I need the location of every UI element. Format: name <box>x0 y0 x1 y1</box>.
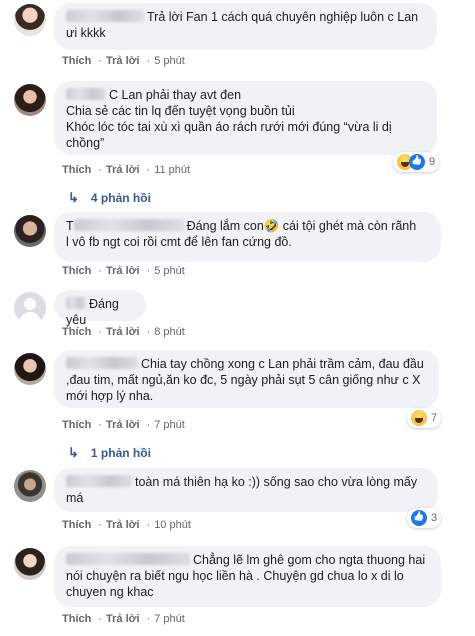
comment-text-line: chồng” <box>66 136 105 150</box>
like-link[interactable]: Thích <box>62 613 91 625</box>
comment-actions: Thích · Trả lời · 7 phút <box>62 613 189 625</box>
like-link[interactable]: Thích <box>62 519 91 531</box>
timestamp[interactable]: 11 phút <box>154 164 190 176</box>
author-name[interactable] <box>66 297 86 309</box>
separator: · <box>146 419 151 431</box>
comment-text-line: mới hợp lý nha. <box>66 389 154 403</box>
reply-link[interactable]: Trả lời <box>106 265 140 277</box>
avatar[interactable] <box>14 215 46 247</box>
avatar[interactable] <box>14 4 46 36</box>
comment-bubble: Đáng yêu <box>54 290 146 327</box>
separator: · <box>146 164 151 176</box>
author-name[interactable] <box>73 219 184 231</box>
view-replies-link[interactable]: ↳ 1 phản hồi <box>68 445 151 461</box>
reply-link[interactable]: Trả lời <box>106 519 140 531</box>
like-link[interactable]: Thích <box>62 164 91 176</box>
comment-text-line: ,đau tim, mất ngủ,ăn ko đc, 5 ngày phải … <box>66 373 421 387</box>
comment-bubble: Chẳng lẽ lm ghê gom cho ngta thuong hai … <box>54 546 441 607</box>
comment-text-line: Chia sẻ các tin lq đến tuyệt vọng buồn t… <box>66 104 295 118</box>
like-link[interactable]: Thích <box>62 419 91 431</box>
comment-actions: Thích · Trả lời · 7 phút <box>62 419 189 431</box>
like-link[interactable]: Thích <box>62 55 91 67</box>
timestamp[interactable]: 8 phút <box>154 326 185 338</box>
comment-text-line: nói chuyện ra biết ngu học liền hà . Chu… <box>66 569 404 583</box>
author-name[interactable] <box>66 88 106 100</box>
timestamp[interactable]: 5 phút <box>154 265 185 277</box>
separator: · <box>98 326 103 338</box>
separator: · <box>146 613 151 625</box>
avatar[interactable] <box>14 84 46 116</box>
separator: · <box>146 265 151 277</box>
avatar[interactable] <box>14 548 46 580</box>
like-link[interactable]: Thích <box>62 265 91 277</box>
comment-bubble: Chia tay chồng xong c Lan phải trầm cảm,… <box>54 350 439 408</box>
reaction-count: 7 <box>431 412 438 424</box>
timestamp[interactable]: 10 phút <box>154 519 191 531</box>
comment-bubble: toàn má thiên hạ ko :)) sống sao cho vừa… <box>54 468 438 512</box>
separator: · <box>98 519 103 531</box>
like-reaction-icon <box>409 154 425 170</box>
comment-text-line: l vô fb ngt coi rồi cmt để lên fan cứng … <box>66 235 292 249</box>
timestamp[interactable]: 7 phút <box>154 613 185 625</box>
reaction-summary[interactable]: 7 <box>407 408 442 428</box>
reaction-count: 3 <box>431 512 438 524</box>
reply-arrow-icon: ↳ <box>68 445 79 460</box>
comment-text-line: chuyen ng khac <box>66 585 154 599</box>
reaction-summary[interactable]: 9 <box>393 152 440 172</box>
reply-link[interactable]: Trả lời <box>106 419 140 431</box>
comment-actions: Thích · Trả lời · 11 phút <box>62 164 194 176</box>
view-replies-link[interactable]: ↳ 4 phản hồi <box>68 190 151 206</box>
comment-text-line: C Lan phải thay avt đen <box>109 88 242 102</box>
author-name[interactable] <box>66 475 132 487</box>
avatar[interactable] <box>14 353 46 385</box>
comment-actions: Thích · Trả lời · 8 phút <box>62 326 189 338</box>
default-avatar-icon <box>24 298 36 310</box>
comment-text-line: Chia tay chồng xong c Lan phải trầm cảm,… <box>141 357 424 371</box>
replies-count: 4 phản hồi <box>90 191 151 205</box>
comment-actions: Thích · Trả lời · 10 phút <box>62 519 195 531</box>
reply-arrow-icon: ↳ <box>68 190 79 205</box>
separator: · <box>146 326 151 338</box>
like-link[interactable]: Thích <box>62 326 91 338</box>
reaction-count: 9 <box>429 156 436 168</box>
comment-actions: Thích · Trả lời · 5 phút <box>62 55 189 67</box>
replies-count: 1 phản hồi <box>90 446 151 460</box>
comment-text-line: Đáng lắm con🤣 cái tội ghét mà còn rãnh <box>186 219 417 233</box>
separator: · <box>98 164 103 176</box>
separator: · <box>98 55 103 67</box>
comment-text-line: toàn má thiên hạ ko :)) sống sao cho vừa… <box>135 475 418 489</box>
separator: · <box>98 613 103 625</box>
separator: · <box>98 265 103 277</box>
comment-text-line: Khóc lóc tóc tai xù xì quần áo rách rưới… <box>66 120 392 134</box>
timestamp[interactable]: 5 phút <box>154 55 185 67</box>
comment-bubble: C Lan phải thay avt đen Chia sẻ các tin … <box>54 81 437 155</box>
like-reaction-icon <box>411 510 427 526</box>
haha-reaction-icon <box>411 410 427 426</box>
separator: · <box>146 519 151 531</box>
comment-actions: Thích · Trả lời · 5 phút <box>62 265 189 277</box>
separator: · <box>146 55 151 67</box>
reply-link[interactable]: Trả lời <box>106 55 140 67</box>
reply-link[interactable]: Trả lời <box>106 613 140 625</box>
author-name[interactable] <box>66 553 190 565</box>
comment-text-line: Chẳng lẽ lm ghê gom cho ngta thuong hai <box>193 553 426 567</box>
comment-text-line: má <box>66 491 84 505</box>
comment-bubble: T Đáng lắm con🤣 cái tội ghét mà còn rãnh … <box>54 212 441 262</box>
reply-link[interactable]: Trả lời <box>106 326 140 338</box>
separator: · <box>98 419 103 431</box>
author-prefix[interactable]: T <box>66 219 74 233</box>
author-name[interactable] <box>66 10 144 22</box>
author-name[interactable] <box>66 357 138 369</box>
avatar-placeholder[interactable] <box>14 292 46 324</box>
reaction-summary[interactable]: 3 <box>407 508 442 528</box>
reply-link[interactable]: Trả lời <box>106 164 140 176</box>
avatar[interactable] <box>14 470 46 502</box>
comment-bubble: Trả lời Fan 1 cách quá chuyên nghiệp luô… <box>54 3 437 50</box>
timestamp[interactable]: 7 phút <box>154 419 185 431</box>
